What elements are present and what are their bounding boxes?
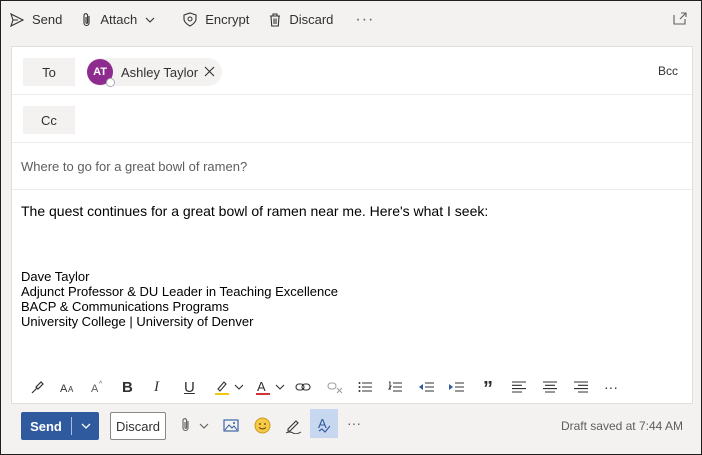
svg-text:A: A [257,379,266,394]
compose-window: Send Attach Encrypt Discard ··· To AT As… [0,0,702,455]
send-icon [10,12,24,27]
draft-status: Draft saved at 7:44 AM [560,419,683,433]
chevron-down-icon[interactable] [234,378,244,396]
discard-toolbar-label: Discard [289,12,334,27]
bottom-action-bar: Send Discard A ··· Draft saved at 7:44 A… [11,404,693,448]
top-toolbar: Send Attach Encrypt Discard ··· [1,1,701,38]
signature-line: Adjunct Professor & DU Leader in Teachin… [21,284,338,299]
signature-icon[interactable] [285,417,302,434]
subject-input[interactable]: Where to go for a great bowl of ramen? [21,159,247,174]
font-color-icon[interactable]: A [256,378,270,396]
attach-toolbar-button[interactable]: Attach [82,12,163,28]
underline-button[interactable]: U [184,378,195,396]
presence-icon [106,78,115,87]
quote-button[interactable]: ” [483,378,493,400]
trash-icon [270,12,281,27]
send-toolbar-label: Send [32,12,63,27]
highlight-icon[interactable] [214,378,230,396]
emoji-icon[interactable] [254,417,271,434]
avatar: AT [87,59,115,87]
increase-indent-icon[interactable] [448,378,464,396]
chevron-down-icon [81,423,90,429]
svg-text:^: ^ [99,381,103,388]
send-toolbar-button[interactable]: Send [10,12,62,27]
align-center-icon[interactable] [542,378,558,396]
body-text: The quest continues for a great bowl of … [21,203,489,219]
subject-row[interactable]: Where to go for a great bowl of ramen? [12,143,692,190]
font-size-icon[interactable]: AA [60,378,76,396]
link-icon[interactable] [295,378,311,396]
more-formatting-button[interactable]: ··· [604,378,618,396]
popout-icon[interactable] [673,12,687,25]
attach-toolbar-label: Attach [100,12,138,27]
image-icon[interactable] [223,419,239,432]
chevron-down-icon[interactable] [199,423,209,429]
svg-text:A: A [91,383,99,395]
to-row: To AT Ashley Taylor Bcc [12,47,692,95]
signature: Dave Taylor Adjunct Professor & DU Leade… [21,269,338,329]
send-options-button[interactable] [72,423,99,429]
more-options-button[interactable]: ··· [355,11,374,29]
bcc-link[interactable]: Bcc [658,64,678,78]
more-actions-button[interactable]: ··· [347,415,361,431]
avatar-initials: AT [93,66,107,78]
discard-button[interactable]: Discard [110,412,166,440]
chevron-down-icon[interactable] [275,378,285,396]
to-button[interactable]: To [23,58,75,86]
discard-toolbar-button[interactable]: Discard [269,12,333,27]
bullets-icon[interactable] [358,378,372,396]
paperclip-icon[interactable] [181,417,191,433]
recipient-name: Ashley Taylor [121,64,199,80]
numbering-icon[interactable] [388,378,402,396]
grow-font-icon[interactable]: A ^ [90,378,106,396]
close-icon[interactable] [204,66,215,77]
italic-button[interactable]: I [154,378,159,396]
svg-text:A: A [68,385,74,394]
signature-line: University College | University of Denve… [21,314,254,329]
bold-button[interactable]: B [122,378,133,396]
editor-icon[interactable]: A [316,416,332,434]
decrease-indent-icon[interactable] [418,378,434,396]
send-button[interactable]: Send [21,419,71,434]
encrypt-toolbar-button[interactable]: Encrypt [183,12,249,27]
paperclip-icon [83,12,90,26]
shield-icon [183,12,197,27]
cc-row: Cc [12,95,692,143]
format-painter-icon[interactable] [30,378,46,396]
signature-line: Dave Taylor [21,269,90,284]
chevron-down-icon [145,17,155,23]
signature-line: BACP & Communications Programs [21,299,229,314]
svg-text:A: A [60,383,68,395]
message-body[interactable]: The quest continues for a great bowl of … [21,203,488,219]
recipient-chip[interactable]: AT Ashley Taylor [87,58,222,87]
encrypt-toolbar-label: Encrypt [205,12,250,27]
align-left-icon[interactable] [511,378,527,396]
align-right-icon[interactable] [573,378,589,396]
send-split-button[interactable]: Send [21,412,99,440]
remove-link-icon[interactable] [327,378,343,396]
cc-button[interactable]: Cc [23,106,75,134]
formatting-toolbar: AA A ^ B I U A ” ··· [12,370,692,404]
compose-card: To AT Ashley Taylor Bcc Cc Where to go f… [11,46,693,404]
